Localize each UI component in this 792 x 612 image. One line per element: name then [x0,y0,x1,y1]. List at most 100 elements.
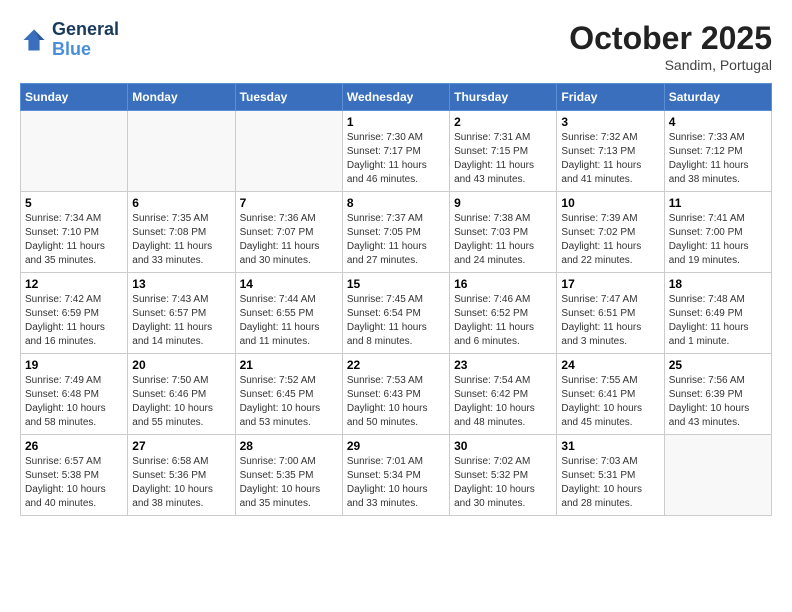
day-cell: 12 Sunrise: 7:42 AM Sunset: 6:59 PM Dayli… [21,273,128,354]
day-number: 17 [561,277,659,291]
logo: General Blue [20,20,119,60]
week-row-4: 19 Sunrise: 7:49 AM Sunset: 6:48 PM Dayli… [21,354,772,435]
day-number: 22 [347,358,445,372]
day-cell: 27Sunrise: 6:58 AM Sunset: 5:36 PM Dayli… [128,435,235,516]
day-info: Sunrise: 7:35 AM Sunset: 7:08 PM Dayligh… [132,212,230,268]
day-info: Sunrise: 7:02 AM Sunset: 5:32 PM Dayligh… [454,455,552,511]
week-row-1: 1 Sunrise: 7:30 AM Sunset: 7:17 PM Daylig… [21,111,772,192]
weekday-header-tuesday: Tuesday [235,84,342,111]
day-number: 27 [132,439,230,453]
day-number: 16 [454,277,552,291]
day-info: Sunrise: 7:49 AM Sunset: 6:48 PM Dayligh… [25,374,123,430]
day-cell: 22 Sunrise: 7:53 AM Sunset: 6:43 PM Dayli… [342,354,449,435]
day-info: Sunrise: 7:46 AM Sunset: 6:52 PM Dayligh… [454,293,552,349]
day-info: Sunrise: 7:31 AM Sunset: 7:15 PM Dayligh… [454,131,552,187]
day-number: 10 [561,196,659,210]
day-info: Sunrise: 7:00 AM Sunset: 5:35 PM Dayligh… [240,455,338,511]
weekday-header-saturday: Saturday [664,84,771,111]
day-cell: 19 Sunrise: 7:49 AM Sunset: 6:48 PM Dayli… [21,354,128,435]
day-info: Sunrise: 7:42 AM Sunset: 6:59 PM Dayligh… [25,293,123,349]
day-number: 7 [240,196,338,210]
day-number: 12 [25,277,123,291]
day-cell: 1 Sunrise: 7:30 AM Sunset: 7:17 PM Daylig… [342,111,449,192]
day-cell: 3 Sunrise: 7:32 AM Sunset: 7:13 PM Daylig… [557,111,664,192]
day-cell [235,111,342,192]
day-cell: 31 Sunrise: 7:03 AM Sunset: 5:31 PM Dayli… [557,435,664,516]
day-cell: 21Sunrise: 7:52 AM Sunset: 6:45 PM Dayli… [235,354,342,435]
day-number: 3 [561,115,659,129]
day-info: Sunrise: 7:39 AM Sunset: 7:02 PM Dayligh… [561,212,659,268]
weekday-header-row: SundayMondayTuesdayWednesdayThursdayFrid… [21,84,772,111]
day-info: Sunrise: 7:53 AM Sunset: 6:43 PM Dayligh… [347,374,445,430]
day-cell: 18 Sunrise: 7:48 AM Sunset: 6:49 PM Dayli… [664,273,771,354]
weekday-header-sunday: Sunday [21,84,128,111]
day-cell: 11 Sunrise: 7:41 AM Sunset: 7:00 PM Dayli… [664,192,771,273]
title-area: October 2025 Sandim, Portugal [569,20,772,73]
day-cell: 17 Sunrise: 7:47 AM Sunset: 6:51 PM Dayli… [557,273,664,354]
day-info: Sunrise: 7:50 AM Sunset: 6:46 PM Dayligh… [132,374,230,430]
day-number: 25 [669,358,767,372]
day-info: Sunrise: 7:32 AM Sunset: 7:13 PM Dayligh… [561,131,659,187]
calendar-table: SundayMondayTuesdayWednesdayThursdayFrid… [20,83,772,516]
day-cell: 4 Sunrise: 7:33 AM Sunset: 7:12 PM Daylig… [664,111,771,192]
day-cell: 8 Sunrise: 7:37 AM Sunset: 7:05 PM Daylig… [342,192,449,273]
day-info: Sunrise: 7:44 AM Sunset: 6:55 PM Dayligh… [240,293,338,349]
week-row-3: 12 Sunrise: 7:42 AM Sunset: 6:59 PM Dayli… [21,273,772,354]
day-info: Sunrise: 7:36 AM Sunset: 7:07 PM Dayligh… [240,212,338,268]
day-number: 8 [347,196,445,210]
day-cell: 23 Sunrise: 7:54 AM Sunset: 6:42 PM Dayli… [450,354,557,435]
weekday-header-friday: Friday [557,84,664,111]
day-cell: 24 Sunrise: 7:55 AM Sunset: 6:41 PM Dayli… [557,354,664,435]
day-info: Sunrise: 7:30 AM Sunset: 7:17 PM Dayligh… [347,131,445,187]
week-row-2: 5Sunrise: 7:34 AM Sunset: 7:10 PM Daylig… [21,192,772,273]
day-number: 31 [561,439,659,453]
day-cell: 28 Sunrise: 7:00 AM Sunset: 5:35 PM Dayli… [235,435,342,516]
day-info: Sunrise: 7:01 AM Sunset: 5:34 PM Dayligh… [347,455,445,511]
day-number: 30 [454,439,552,453]
day-info: Sunrise: 7:37 AM Sunset: 7:05 PM Dayligh… [347,212,445,268]
day-number: 11 [669,196,767,210]
day-cell: 14Sunrise: 7:44 AM Sunset: 6:55 PM Dayli… [235,273,342,354]
day-number: 2 [454,115,552,129]
day-number: 4 [669,115,767,129]
day-cell [128,111,235,192]
day-info: Sunrise: 6:57 AM Sunset: 5:38 PM Dayligh… [25,455,123,511]
day-info: Sunrise: 7:55 AM Sunset: 6:41 PM Dayligh… [561,374,659,430]
day-number: 15 [347,277,445,291]
day-number: 29 [347,439,445,453]
day-info: Sunrise: 7:38 AM Sunset: 7:03 PM Dayligh… [454,212,552,268]
day-info: Sunrise: 7:56 AM Sunset: 6:39 PM Dayligh… [669,374,767,430]
day-number: 1 [347,115,445,129]
day-number: 18 [669,277,767,291]
day-cell: 16 Sunrise: 7:46 AM Sunset: 6:52 PM Dayli… [450,273,557,354]
weekday-header-thursday: Thursday [450,84,557,111]
day-number: 26 [25,439,123,453]
day-number: 20 [132,358,230,372]
day-cell: 20 Sunrise: 7:50 AM Sunset: 6:46 PM Dayli… [128,354,235,435]
day-info: Sunrise: 7:54 AM Sunset: 6:42 PM Dayligh… [454,374,552,430]
day-info: Sunrise: 7:41 AM Sunset: 7:00 PM Dayligh… [669,212,767,268]
day-number: 28 [240,439,338,453]
day-number: 21 [240,358,338,372]
weekday-header-wednesday: Wednesday [342,84,449,111]
day-cell: 30 Sunrise: 7:02 AM Sunset: 5:32 PM Dayli… [450,435,557,516]
day-number: 19 [25,358,123,372]
day-number: 9 [454,196,552,210]
day-cell: 15 Sunrise: 7:45 AM Sunset: 6:54 PM Dayli… [342,273,449,354]
weekday-header-monday: Monday [128,84,235,111]
day-info: Sunrise: 7:47 AM Sunset: 6:51 PM Dayligh… [561,293,659,349]
day-cell: 10 Sunrise: 7:39 AM Sunset: 7:02 PM Dayli… [557,192,664,273]
day-cell: 29 Sunrise: 7:01 AM Sunset: 5:34 PM Dayli… [342,435,449,516]
day-cell: 2 Sunrise: 7:31 AM Sunset: 7:15 PM Daylig… [450,111,557,192]
day-info: Sunrise: 7:48 AM Sunset: 6:49 PM Dayligh… [669,293,767,349]
day-number: 13 [132,277,230,291]
day-cell [21,111,128,192]
day-number: 23 [454,358,552,372]
day-info: Sunrise: 7:33 AM Sunset: 7:12 PM Dayligh… [669,131,767,187]
day-number: 24 [561,358,659,372]
day-info: Sunrise: 7:45 AM Sunset: 6:54 PM Dayligh… [347,293,445,349]
day-cell: 5Sunrise: 7:34 AM Sunset: 7:10 PM Daylig… [21,192,128,273]
day-info: Sunrise: 7:03 AM Sunset: 5:31 PM Dayligh… [561,455,659,511]
logo-text: General Blue [52,20,119,60]
day-cell: 7 Sunrise: 7:36 AM Sunset: 7:07 PM Daylig… [235,192,342,273]
